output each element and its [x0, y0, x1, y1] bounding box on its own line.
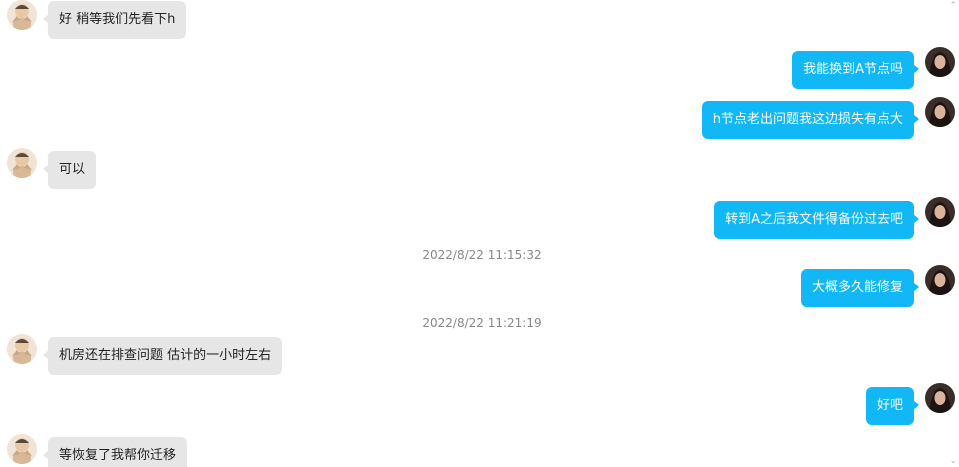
message-timestamp: 2022/8/22 11:21:19: [422, 316, 542, 330]
incoming-message-bubble[interactable]: 可以: [42, 151, 97, 189]
user-avatar[interactable]: [925, 97, 955, 127]
incoming-message-bubble[interactable]: 等恢复了我帮你迁移: [42, 437, 188, 467]
outgoing-message-bubble[interactable]: 好吧: [865, 387, 920, 425]
scroll-down-icon[interactable]: ⌄: [949, 456, 957, 466]
incoming-message-bubble[interactable]: 机房还在排查问题 估计的一小时左右: [42, 337, 283, 375]
chat-history: 好 稍等我们先看下h 我能换到A节点吗 h节点老出问题我这边损失有点大 可以 转…: [0, 0, 959, 467]
contact-avatar[interactable]: [7, 0, 37, 30]
message-timestamp: 2022/8/22 11:15:32: [422, 248, 542, 262]
user-avatar[interactable]: [925, 47, 955, 77]
incoming-message-bubble[interactable]: 好 稍等我们先看下h: [42, 1, 187, 39]
user-avatar[interactable]: [925, 197, 955, 227]
outgoing-message-bubble[interactable]: 转到A之后我文件得备份过去吧: [714, 201, 919, 239]
user-avatar[interactable]: [925, 265, 955, 295]
contact-avatar[interactable]: [7, 148, 37, 178]
user-avatar[interactable]: [925, 383, 955, 413]
outgoing-message-bubble[interactable]: h节点老出问题我这边损失有点大: [701, 101, 920, 139]
contact-avatar[interactable]: [7, 334, 37, 364]
contact-avatar[interactable]: [7, 434, 37, 464]
outgoing-message-bubble[interactable]: 我能换到A节点吗: [792, 51, 919, 89]
outgoing-message-bubble[interactable]: 大概多久能修复: [800, 269, 920, 307]
scroll-up-icon[interactable]: ⌃: [949, 1, 957, 11]
